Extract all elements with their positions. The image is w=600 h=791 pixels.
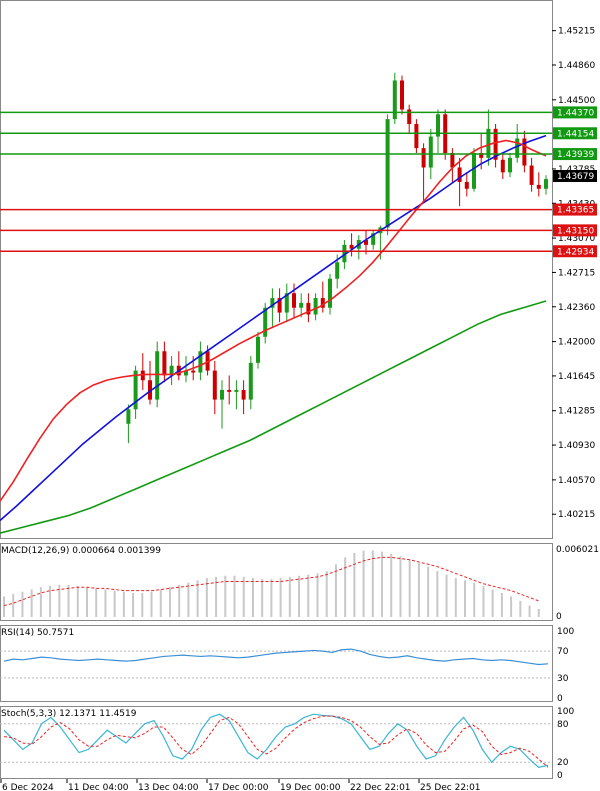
macd-bottom-value: 0 xyxy=(556,612,562,622)
price-axis: 1.452151.448601.445001.437851.434301.430… xyxy=(552,27,595,520)
x-tick-label: 6 Dec 2024 xyxy=(2,783,54,791)
candle-up xyxy=(335,262,340,279)
rsi-level-label: 70 xyxy=(557,647,569,657)
x-tick-label: 11 Dec 04:00 xyxy=(68,783,129,791)
resistance-level-label: 1.43939 xyxy=(557,150,594,160)
candle-up xyxy=(155,351,160,400)
time-axis: 6 Dec 2024 11 Dec 04:00 13 Dec 04:00 17 Dec… xyxy=(0,779,481,791)
candle-down xyxy=(400,80,404,110)
stoch-main-line xyxy=(3,713,549,768)
candle-up xyxy=(544,179,548,189)
y-tick-label: 1.44860 xyxy=(558,61,595,71)
stoch-level-label: 80 xyxy=(557,720,569,730)
candle-down xyxy=(241,389,246,400)
y-tick-label: 1.40570 xyxy=(558,476,595,486)
candle-down xyxy=(500,159,505,173)
candle-down xyxy=(292,293,296,308)
macd-label: MACD(12,26,9) 0.000664 0.001399 xyxy=(1,546,161,556)
y-tick-label: 1.40215 xyxy=(558,510,595,520)
macd-panel xyxy=(3,550,540,617)
candle-up xyxy=(392,80,397,120)
support-level-label: 1.43150 xyxy=(557,226,594,236)
candle-up xyxy=(234,389,239,392)
candle-up xyxy=(328,278,332,308)
chart-canvas: 1.452151.448601.445001.437851.434301.430… xyxy=(0,0,599,791)
candle-up xyxy=(472,152,476,189)
ma-slow-line xyxy=(0,300,547,534)
resistance-level-label: 1.44154 xyxy=(557,129,594,139)
price-panel xyxy=(0,72,548,534)
level-lines: 1.44370 1.44154 1.43939 1.43365 1.43150 1.429… xyxy=(0,106,597,258)
ma-fast-line xyxy=(0,139,547,502)
candle-up xyxy=(515,138,520,158)
rsi-level-label: 0 xyxy=(557,694,563,704)
candle-down xyxy=(464,182,469,189)
rsi-level-label: 100 xyxy=(557,627,574,637)
rsi-level-label: 30 xyxy=(557,674,569,684)
candle-down xyxy=(227,389,232,392)
candle-up xyxy=(126,409,131,424)
rsi-panel-frame xyxy=(0,625,553,702)
candle-down xyxy=(529,165,534,185)
y-tick-label: 1.42000 xyxy=(558,338,595,348)
candle-up xyxy=(248,362,253,400)
y-tick-label: 1.45215 xyxy=(558,27,595,37)
candle-down xyxy=(536,184,541,189)
candle-up xyxy=(508,157,512,173)
x-tick-label: 19 Dec 00:00 xyxy=(280,783,341,791)
y-tick-label: 1.41285 xyxy=(558,407,595,417)
x-tick-label: 13 Dec 04:00 xyxy=(138,783,199,791)
macd-top-value: 0.006021 xyxy=(556,545,599,555)
y-tick-label: 1.42715 xyxy=(558,268,595,278)
support-level-label: 1.42934 xyxy=(557,247,594,257)
candle-down xyxy=(457,167,462,183)
price-panel-frame xyxy=(0,0,553,539)
stoch-level-label: 0 xyxy=(557,771,563,781)
stoch-level-label: 20 xyxy=(557,758,569,768)
candle-down xyxy=(414,123,419,149)
candle-down xyxy=(421,148,426,168)
resistance-level-label: 1.44370 xyxy=(557,108,594,118)
candle-up xyxy=(256,336,260,363)
stoch-label: Stoch(5,3,3) 12.1371 11.4519 xyxy=(1,709,137,719)
y-tick-label: 1.42360 xyxy=(558,303,595,313)
x-tick-label: 17 Dec 00:00 xyxy=(208,783,269,791)
candle-up xyxy=(428,136,433,168)
x-tick-label: 25 Dec 22:01 xyxy=(420,783,481,791)
rsi-label: RSI(14) 50.7571 xyxy=(1,628,74,638)
candle-up xyxy=(313,298,318,315)
rsi-panel: 100 70 30 0 xyxy=(0,627,574,704)
y-tick-label: 1.44500 xyxy=(558,96,595,106)
ma-mid-line xyxy=(0,134,547,522)
candle-up xyxy=(299,302,304,308)
support-level-label: 1.43365 xyxy=(557,206,594,216)
candle-down xyxy=(212,370,217,400)
candle-down xyxy=(191,370,196,373)
stoch-level-label: 100 xyxy=(557,707,574,717)
current-price-label: 1.43679 xyxy=(557,172,594,182)
candle-down xyxy=(450,152,455,168)
x-tick-label: 22 Dec 22:01 xyxy=(350,783,411,791)
candle-down xyxy=(162,351,167,376)
y-tick-label: 1.41645 xyxy=(558,372,595,382)
y-tick-label: 1.40930 xyxy=(558,441,595,451)
candle-up xyxy=(385,119,390,228)
candle-up xyxy=(220,389,224,400)
